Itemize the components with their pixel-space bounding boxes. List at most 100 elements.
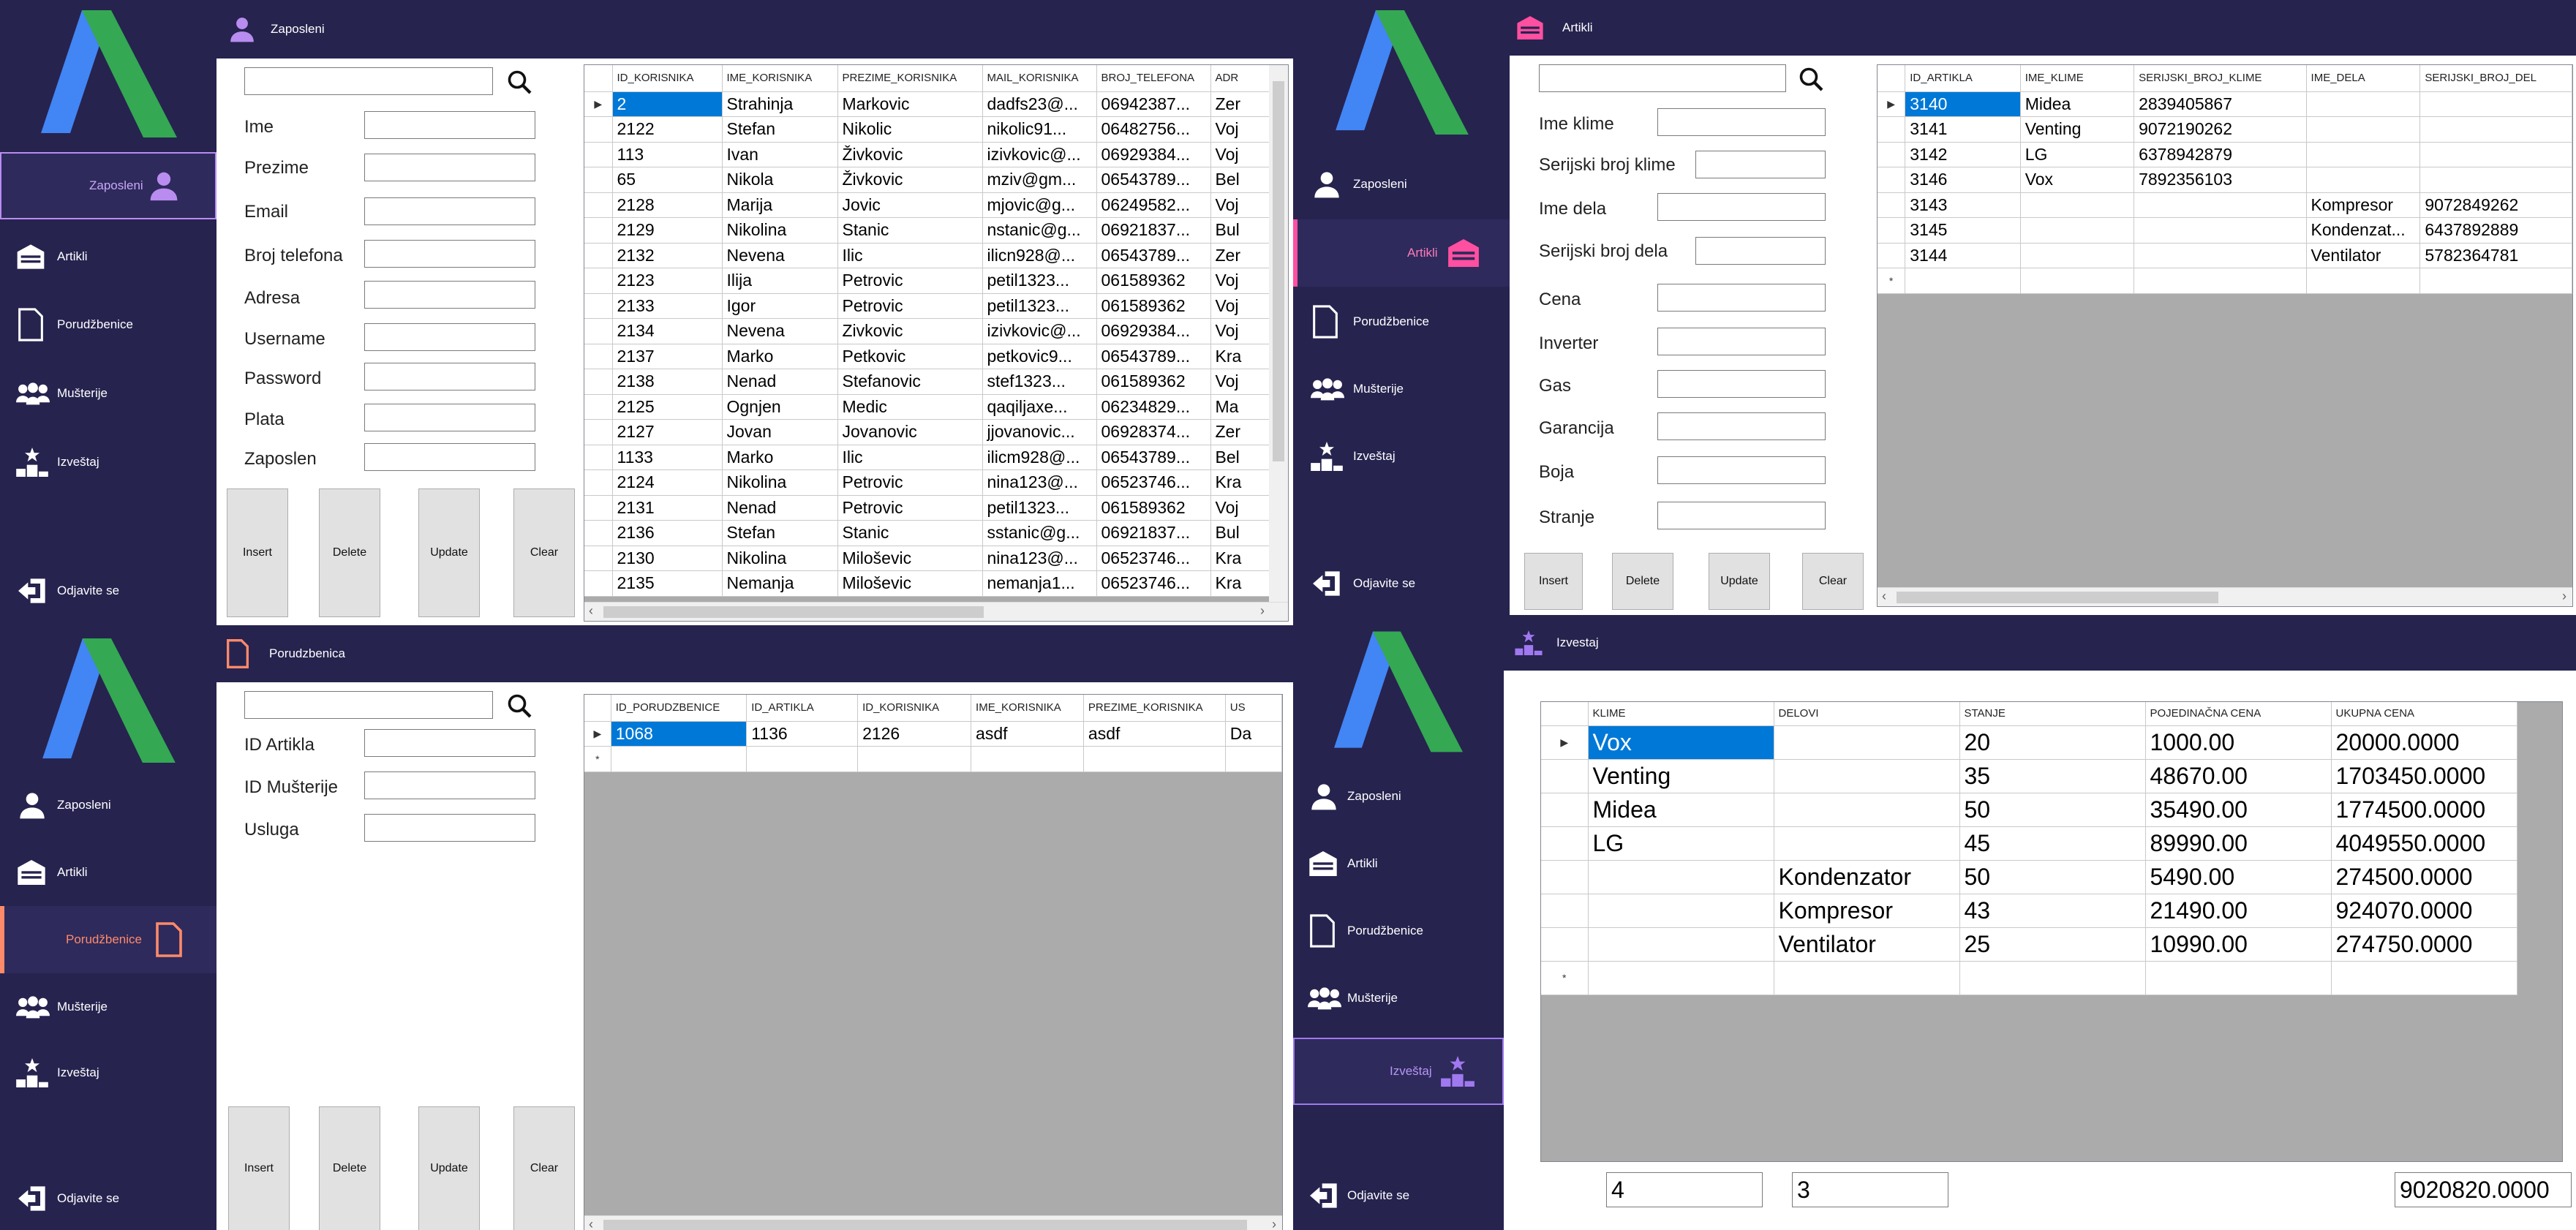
row-header-cell[interactable]	[584, 419, 613, 445]
table-cell[interactable]: Kra	[1210, 546, 1274, 571]
update-button[interactable]: Update	[1709, 553, 1770, 610]
table-cell[interactable]: 9072190262	[2134, 116, 2307, 143]
table-cell[interactable]: 274500.0000	[2331, 860, 2517, 894]
table-cell[interactable]: Kondenzator	[1774, 860, 1960, 894]
table-cell[interactable]: Kra	[1210, 344, 1274, 369]
table-cell[interactable]: mjovic@g...	[982, 192, 1097, 218]
horizontal-scrollbar[interactable]: ‹ ›	[1878, 587, 2572, 606]
table-cell[interactable]: Stefan	[722, 116, 838, 143]
table-row[interactable]: 2134 Nevena Zivkovic izivkovic@... 06929384.…	[584, 318, 1274, 344]
table-row[interactable]: Venting 35 48670.00 1703450.0000	[1541, 759, 2517, 793]
table-cell[interactable]: 2124	[612, 469, 723, 496]
table-cell[interactable]: Zer	[1210, 419, 1274, 445]
table-cell[interactable]: Vox	[2020, 167, 2135, 193]
table-cell[interactable]: petil1323...	[982, 293, 1097, 319]
table-row[interactable]: 2132 Nevena Ilic ilicn928@... 06543789... Zer	[584, 243, 1274, 268]
table-cell[interactable]: Igor	[722, 293, 838, 319]
column-header[interactable]: ID_KORISNIKA	[612, 65, 723, 92]
insert-button[interactable]: Insert	[1524, 553, 1583, 610]
table-cell[interactable]: 274750.0000	[2331, 927, 2517, 962]
nav-musterije[interactable]: Mušterije	[0, 973, 216, 1041]
scroll-thumb[interactable]	[1897, 592, 2218, 603]
table-cell[interactable]: 2123	[612, 268, 723, 294]
table-cell[interactable]: 1774500.0000	[2331, 793, 2517, 827]
table-row[interactable]: 3145 Kondenzat... 6437892889	[1878, 217, 2572, 244]
table-row[interactable]: *	[584, 746, 1282, 772]
nav-porudzbenice[interactable]: Porudžbenice	[0, 291, 216, 358]
table-cell[interactable]: Petkovic	[837, 344, 983, 369]
table-row[interactable]: *	[1878, 268, 2572, 294]
table-cell[interactable]: 2134	[612, 318, 723, 344]
table-cell[interactable]: Bul	[1210, 217, 1274, 244]
row-header-cell[interactable]	[1878, 192, 1906, 218]
nav-musterije[interactable]: Mušterije	[0, 360, 216, 427]
table-cell[interactable]	[971, 746, 1084, 772]
clear-button[interactable]: Clear	[513, 488, 575, 617]
table-row[interactable]: 3146 Vox 7892356103	[1878, 167, 2572, 193]
row-header-cell[interactable]	[584, 520, 613, 546]
table-cell[interactable]: Kompresor	[1774, 894, 1960, 928]
row-header-cell[interactable]: ▶	[584, 91, 613, 117]
nav-artikli[interactable]: Artikli	[1293, 219, 1510, 287]
table-cell[interactable]: Bel	[1210, 167, 1274, 193]
table-cell[interactable]: Nikola	[722, 167, 838, 193]
nav-zaposleni[interactable]: Zaposleni	[1293, 763, 1504, 830]
column-header[interactable]: PREZIME_KORISNIKA	[1083, 695, 1226, 722]
table-cell[interactable]	[1774, 826, 1960, 861]
column-header[interactable]: PREZIME_KORISNIKA	[837, 65, 983, 92]
table-cell[interactable]: Stefan	[722, 520, 838, 546]
table-cell[interactable]: sstanic@g...	[982, 520, 1097, 546]
table-cell[interactable]: Ognjen	[722, 394, 838, 420]
row-header-cell[interactable]	[584, 570, 613, 597]
table-row[interactable]: 3141 Venting 9072190262	[1878, 116, 2572, 143]
table-cell[interactable]: Voj	[1210, 318, 1274, 344]
id-artikla-field[interactable]	[364, 729, 535, 757]
vertical-scrollbar[interactable]	[1269, 65, 1288, 603]
update-button[interactable]: Update	[418, 488, 480, 617]
table-cell[interactable]: 06523746...	[1096, 570, 1211, 597]
row-header-cell[interactable]: *	[1878, 268, 1906, 294]
table-cell[interactable]: petil1323...	[982, 268, 1097, 294]
table-cell[interactable]	[1959, 961, 2146, 995]
table-cell[interactable]: 2138	[612, 369, 723, 395]
table-row[interactable]: 2138 Nenad Stefanovic stef1323... 061589362 V…	[584, 369, 1274, 395]
table-cell[interactable]: Petrovic	[837, 293, 983, 319]
table-cell[interactable]: petil1323...	[982, 495, 1097, 521]
row-header-cell[interactable]	[584, 445, 613, 470]
table-cell[interactable]: stef1323...	[982, 369, 1097, 395]
table-cell[interactable]: Marija	[722, 192, 838, 218]
column-header[interactable]: MAIL_KORISNIKA	[982, 65, 1097, 92]
table-cell[interactable]: Živkovic	[837, 142, 983, 167]
table-cell[interactable]	[2020, 268, 2135, 294]
table-cell[interactable]	[857, 746, 972, 772]
table-cell[interactable]	[2306, 142, 2421, 167]
zaposleni-grid[interactable]: ID_KORISNIKA IME_KORISNIKA PREZIME_KORIS…	[584, 64, 1289, 622]
table-cell[interactable]: 3146	[1905, 167, 2021, 193]
search-input[interactable]	[244, 691, 493, 719]
izvestaj-grid[interactable]: KLIME DELOVI STANJE POJEDINAČNA CENA UKU…	[1540, 701, 2563, 1162]
table-cell[interactable]: petkovic9...	[982, 344, 1097, 369]
table-cell[interactable]: Petrovic	[837, 469, 983, 496]
table-row[interactable]: 2127 Jovan Jovanovic jjovanovic... 06928374.…	[584, 419, 1274, 445]
table-cell[interactable]: 6378942879	[2134, 142, 2307, 167]
broj-telefona-field[interactable]	[364, 240, 535, 268]
table-cell[interactable]: 2136	[612, 520, 723, 546]
table-cell[interactable]: 7892356103	[2134, 167, 2307, 193]
table-cell[interactable]: 2130	[612, 546, 723, 571]
horizontal-scrollbar[interactable]: ‹ ›	[584, 1215, 1282, 1230]
table-cell[interactable]: Jovanovic	[837, 419, 983, 445]
nav-zaposleni[interactable]: Zaposleni	[0, 771, 216, 839]
adresa-field[interactable]	[364, 281, 535, 309]
table-cell[interactable]: 06543789...	[1096, 344, 1211, 369]
column-header[interactable]: SERIJSKI_BROJ_DEL	[2419, 65, 2572, 92]
scroll-left-arrow[interactable]: ‹	[589, 1217, 593, 1230]
row-header-cell[interactable]	[584, 243, 613, 268]
table-cell[interactable]	[2020, 192, 2135, 218]
table-cell[interactable]: qaqiljaxe...	[982, 394, 1097, 420]
table-cell[interactable]	[2134, 217, 2307, 244]
table-cell[interactable]	[2134, 192, 2307, 218]
table-cell[interactable]: Venting	[2020, 116, 2135, 143]
table-cell[interactable]: Nevena	[722, 318, 838, 344]
nav-artikli[interactable]: Artikli	[0, 223, 216, 290]
table-cell[interactable]: 2126	[857, 721, 972, 747]
